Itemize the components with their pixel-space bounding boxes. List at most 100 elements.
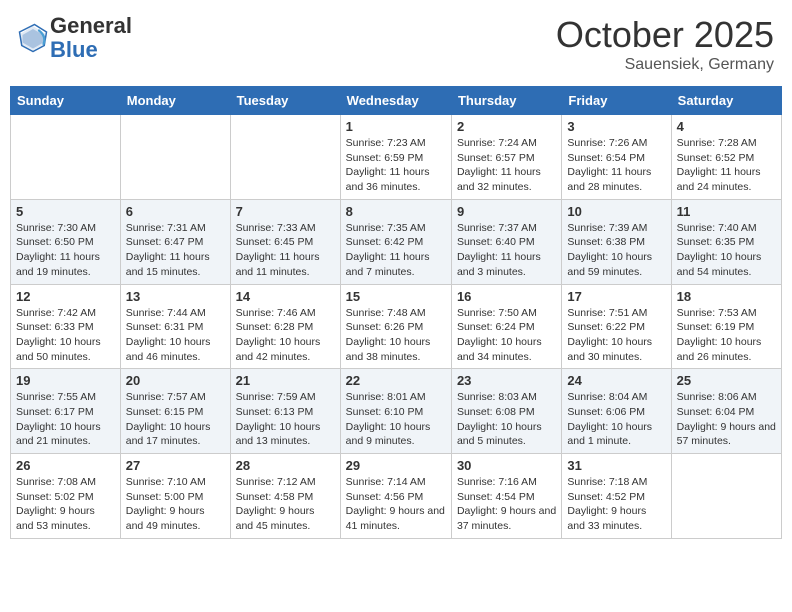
calendar-cell: 25 Sunrise: 8:06 AM Sunset: 6:04 PM Dayli… <box>671 369 781 454</box>
day-number: 28 <box>236 458 335 473</box>
day-info: Sunrise: 7:28 AM Sunset: 6:52 PM Dayligh… <box>677 136 776 195</box>
calendar-cell: 13 Sunrise: 7:44 AM Sunset: 6:31 PM Dayli… <box>120 284 230 369</box>
day-info: Sunrise: 7:08 AM Sunset: 5:02 PM Dayligh… <box>16 475 115 534</box>
logo: General Blue <box>18 14 132 62</box>
day-number: 25 <box>677 373 776 388</box>
day-number: 24 <box>567 373 665 388</box>
calendar-cell: 2 Sunrise: 7:24 AM Sunset: 6:57 PM Daylig… <box>451 115 561 200</box>
calendar-cell: 31 Sunrise: 7:18 AM Sunset: 4:52 PM Dayli… <box>562 454 671 539</box>
day-number: 14 <box>236 289 335 304</box>
calendar-cell <box>230 115 340 200</box>
day-number: 8 <box>346 204 446 219</box>
calendar-week-row: 5 Sunrise: 7:30 AM Sunset: 6:50 PM Daylig… <box>11 199 782 284</box>
logo-general-text: General <box>50 13 132 38</box>
weekday-header-tuesday: Tuesday <box>230 87 340 115</box>
weekday-header-row: SundayMondayTuesdayWednesdayThursdayFrid… <box>11 87 782 115</box>
calendar-cell: 7Sunrise: 7:33 AM Sunset: 6:45 PM Daylig… <box>230 199 340 284</box>
calendar-cell: 9Sunrise: 7:37 AM Sunset: 6:40 PM Daylig… <box>451 199 561 284</box>
calendar-cell: 28 Sunrise: 7:12 AM Sunset: 4:58 PM Dayli… <box>230 454 340 539</box>
page-header: General Blue October 2025 Sauensiek, Ger… <box>10 10 782 78</box>
day-info: Sunrise: 7:42 AM Sunset: 6:33 PM Dayligh… <box>16 306 115 365</box>
calendar-cell: 12 Sunrise: 7:42 AM Sunset: 6:33 PM Dayli… <box>11 284 121 369</box>
day-info: Sunrise: 7:12 AM Sunset: 4:58 PM Dayligh… <box>236 475 335 534</box>
day-info: Sunrise: 7:30 AM Sunset: 6:50 PM Dayligh… <box>16 221 115 280</box>
calendar-cell: 18 Sunrise: 7:53 AM Sunset: 6:19 PM Dayli… <box>671 284 781 369</box>
day-info: Sunrise: 7:59 AM Sunset: 6:13 PM Dayligh… <box>236 390 335 449</box>
calendar-cell: 30 Sunrise: 7:16 AM Sunset: 4:54 PM Dayli… <box>451 454 561 539</box>
calendar-cell: 3Sunrise: 7:26 AM Sunset: 6:54 PM Daylig… <box>562 115 671 200</box>
logo-blue-text: Blue <box>50 37 98 62</box>
day-info: Sunrise: 8:03 AM Sunset: 6:08 PM Dayligh… <box>457 390 556 449</box>
calendar-cell <box>11 115 121 200</box>
day-info: Sunrise: 7:40 AM Sunset: 6:35 PM Dayligh… <box>677 221 776 280</box>
day-info: Sunrise: 7:39 AM Sunset: 6:38 PM Dayligh… <box>567 221 665 280</box>
day-info: Sunrise: 7:57 AM Sunset: 6:15 PM Dayligh… <box>126 390 225 449</box>
day-number: 5 <box>16 204 115 219</box>
day-number: 11 <box>677 204 776 219</box>
calendar-cell: 8 Sunrise: 7:35 AM Sunset: 6:42 PM Daylig… <box>340 199 451 284</box>
day-info: Sunrise: 7:44 AM Sunset: 6:31 PM Dayligh… <box>126 306 225 365</box>
day-number: 18 <box>677 289 776 304</box>
calendar-week-row: 1 Sunrise: 7:23 AM Sunset: 6:59 PM Daylig… <box>11 115 782 200</box>
day-number: 21 <box>236 373 335 388</box>
weekday-header-saturday: Saturday <box>671 87 781 115</box>
day-info: Sunrise: 7:18 AM Sunset: 4:52 PM Dayligh… <box>567 475 665 534</box>
day-info: Sunrise: 7:53 AM Sunset: 6:19 PM Dayligh… <box>677 306 776 365</box>
calendar-cell: 19 Sunrise: 7:55 AM Sunset: 6:17 PM Dayli… <box>11 369 121 454</box>
day-info: Sunrise: 7:23 AM Sunset: 6:59 PM Dayligh… <box>346 136 446 195</box>
calendar-cell: 16 Sunrise: 7:50 AM Sunset: 6:24 PM Dayli… <box>451 284 561 369</box>
calendar-cell: 21 Sunrise: 7:59 AM Sunset: 6:13 PM Dayli… <box>230 369 340 454</box>
calendar-cell <box>671 454 781 539</box>
calendar-cell: 29Sunrise: 7:14 AM Sunset: 4:56 PM Dayli… <box>340 454 451 539</box>
calendar-table: SundayMondayTuesdayWednesdayThursdayFrid… <box>10 86 782 539</box>
day-number: 15 <box>346 289 446 304</box>
day-info: Sunrise: 7:55 AM Sunset: 6:17 PM Dayligh… <box>16 390 115 449</box>
day-info: Sunrise: 7:48 AM Sunset: 6:26 PM Dayligh… <box>346 306 446 365</box>
calendar-cell: 14Sunrise: 7:46 AM Sunset: 6:28 PM Dayli… <box>230 284 340 369</box>
day-number: 1 <box>346 119 446 134</box>
weekday-header-monday: Monday <box>120 87 230 115</box>
calendar-cell: 23Sunrise: 8:03 AM Sunset: 6:08 PM Dayli… <box>451 369 561 454</box>
day-number: 16 <box>457 289 556 304</box>
day-info: Sunrise: 7:10 AM Sunset: 5:00 PM Dayligh… <box>126 475 225 534</box>
calendar-cell <box>120 115 230 200</box>
day-number: 9 <box>457 204 556 219</box>
logo-icon <box>18 23 48 53</box>
day-info: Sunrise: 8:01 AM Sunset: 6:10 PM Dayligh… <box>346 390 446 449</box>
day-number: 31 <box>567 458 665 473</box>
day-number: 17 <box>567 289 665 304</box>
day-number: 2 <box>457 119 556 134</box>
day-number: 13 <box>126 289 225 304</box>
day-info: Sunrise: 7:24 AM Sunset: 6:57 PM Dayligh… <box>457 136 556 195</box>
day-info: Sunrise: 7:16 AM Sunset: 4:54 PM Dayligh… <box>457 475 556 534</box>
weekday-header-friday: Friday <box>562 87 671 115</box>
title-block: October 2025 Sauensiek, Germany <box>556 14 774 74</box>
calendar-cell: 15 Sunrise: 7:48 AM Sunset: 6:26 PM Dayli… <box>340 284 451 369</box>
day-number: 26 <box>16 458 115 473</box>
day-info: Sunrise: 7:50 AM Sunset: 6:24 PM Dayligh… <box>457 306 556 365</box>
day-number: 19 <box>16 373 115 388</box>
day-info: Sunrise: 7:14 AM Sunset: 4:56 PM Dayligh… <box>346 475 446 534</box>
calendar-cell: 17Sunrise: 7:51 AM Sunset: 6:22 PM Dayli… <box>562 284 671 369</box>
calendar-cell: 4Sunrise: 7:28 AM Sunset: 6:52 PM Daylig… <box>671 115 781 200</box>
day-info: Sunrise: 7:35 AM Sunset: 6:42 PM Dayligh… <box>346 221 446 280</box>
calendar-week-row: 12 Sunrise: 7:42 AM Sunset: 6:33 PM Dayli… <box>11 284 782 369</box>
calendar-cell: 20Sunrise: 7:57 AM Sunset: 6:15 PM Dayli… <box>120 369 230 454</box>
weekday-header-wednesday: Wednesday <box>340 87 451 115</box>
calendar-cell: 26 Sunrise: 7:08 AM Sunset: 5:02 PM Dayli… <box>11 454 121 539</box>
day-info: Sunrise: 8:06 AM Sunset: 6:04 PM Dayligh… <box>677 390 776 449</box>
calendar-week-row: 19 Sunrise: 7:55 AM Sunset: 6:17 PM Dayli… <box>11 369 782 454</box>
day-number: 22 <box>346 373 446 388</box>
day-number: 10 <box>567 204 665 219</box>
calendar-cell: 1 Sunrise: 7:23 AM Sunset: 6:59 PM Daylig… <box>340 115 451 200</box>
day-number: 3 <box>567 119 665 134</box>
day-number: 7 <box>236 204 335 219</box>
weekday-header-thursday: Thursday <box>451 87 561 115</box>
calendar-week-row: 26 Sunrise: 7:08 AM Sunset: 5:02 PM Dayli… <box>11 454 782 539</box>
day-number: 30 <box>457 458 556 473</box>
day-number: 12 <box>16 289 115 304</box>
day-number: 6 <box>126 204 225 219</box>
location-title: Sauensiek, Germany <box>556 56 774 74</box>
month-title: October 2025 <box>556 14 774 56</box>
calendar-cell: 5 Sunrise: 7:30 AM Sunset: 6:50 PM Daylig… <box>11 199 121 284</box>
